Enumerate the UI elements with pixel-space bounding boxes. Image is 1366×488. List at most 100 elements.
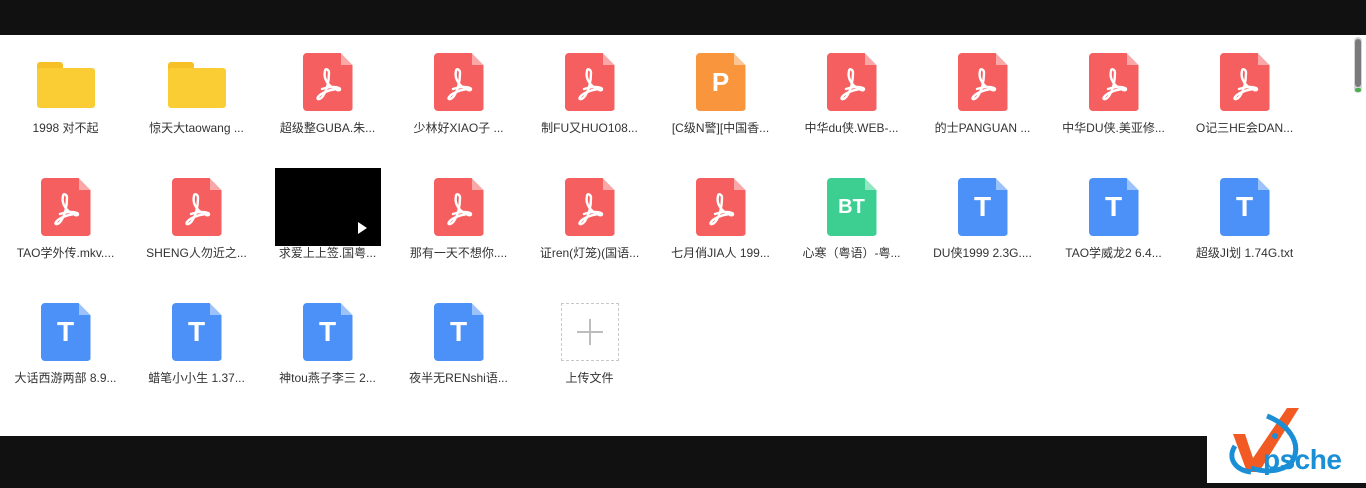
watermark-logo: psche (1207, 406, 1366, 483)
file-name: SHENG人勿近之... (146, 246, 247, 260)
txt-file-icon: T (930, 168, 1036, 246)
file-glyph: T (973, 191, 992, 222)
file-name: 蜡笔小小生 1.37... (148, 371, 245, 385)
txt-icon: T (302, 303, 353, 361)
file-item[interactable]: 1998 对不起 (0, 35, 131, 160)
pdf-icon (302, 53, 353, 111)
pdf-file-icon (144, 168, 250, 246)
folder-icon (144, 43, 250, 121)
file-glyph: T (56, 316, 75, 347)
file-grid: 1998 对不起 惊天大taowang ... 超级整GUBA.朱... 少林好XIA… (0, 35, 1310, 410)
watermark-text: psche (1263, 444, 1342, 475)
pdf-icon (564, 178, 615, 236)
file-glyph: T (449, 316, 468, 347)
file-glyph: T (187, 316, 206, 347)
upload-icon-box (537, 293, 643, 371)
file-name: 神tou燕子李三 2... (279, 371, 376, 385)
file-item[interactable]: P [C级N警][中国香... (655, 35, 786, 160)
file-item[interactable]: 超级整GUBA.朱... (262, 35, 393, 160)
file-name: 超级整GUBA.朱... (279, 121, 376, 135)
file-glyph: BT (838, 195, 865, 218)
file-item[interactable]: TAO学外传.mkv.... (0, 160, 131, 285)
pdf-icon (1088, 53, 1139, 111)
bt-icon: BT (826, 178, 877, 236)
pdf-file-icon (13, 168, 119, 246)
file-glyph: T (318, 316, 337, 347)
file-item[interactable]: 求爱上上签.国粤... (262, 160, 393, 285)
pdf-file-icon (930, 43, 1036, 121)
txt-icon: T (433, 303, 484, 361)
pdf-icon (433, 53, 484, 111)
file-item[interactable]: 证ren(灯笼)(国语... (524, 160, 655, 285)
file-name: 制FU又HUO108... (541, 121, 638, 135)
txt-icon: T (1219, 178, 1270, 236)
file-glyph: T (1104, 191, 1123, 222)
file-name: 七月俏JIA人 199... (671, 246, 770, 260)
txt-icon: T (171, 303, 222, 361)
pdf-icon (564, 53, 615, 111)
scrollbar-thumb[interactable] (1355, 39, 1361, 87)
txt-file-icon: T (1192, 168, 1298, 246)
file-item[interactable]: O记三HE会DAN... (1179, 35, 1310, 160)
folder-icon (13, 43, 119, 121)
file-item[interactable]: 中华du侠.WEB-... (786, 35, 917, 160)
txt-file-icon: T (406, 293, 512, 371)
pdf-icon (1219, 53, 1270, 111)
pdf-file-icon (799, 43, 905, 121)
pdf-icon (40, 178, 91, 236)
txt-file-icon: T (13, 293, 119, 371)
file-item[interactable]: T DU侠1999 2.3G.... (917, 160, 1048, 285)
file-item[interactable]: T 神tou燕子李三 2... (262, 285, 393, 410)
txt-file-icon: T (275, 293, 381, 371)
txt-file-icon: T (144, 293, 250, 371)
txt-icon: T (1088, 178, 1139, 236)
ppt-file-icon: P (668, 43, 774, 121)
file-item[interactable]: 那有一天不想你.... (393, 160, 524, 285)
file-item[interactable]: SHENG人勿近之... (131, 160, 262, 285)
pdf-file-icon (406, 43, 512, 121)
pdf-icon (695, 178, 746, 236)
upload-file-button[interactable]: 上传文件 (524, 285, 655, 410)
file-item[interactable]: 少林好XIAO子 ... (393, 35, 524, 160)
pdf-file-icon (1061, 43, 1167, 121)
file-name: TAO学威龙2 6.4... (1065, 246, 1162, 260)
file-item[interactable]: BT 心寒（粤语）-粤... (786, 160, 917, 285)
file-name: 那有一天不想你.... (409, 246, 508, 260)
file-item[interactable]: T TAO学威龙2 6.4... (1048, 160, 1179, 285)
file-item[interactable]: 制FU又HUO108... (524, 35, 655, 160)
bt-file-icon: BT (799, 168, 905, 246)
file-name: 心寒（粤语）-粤... (802, 246, 901, 260)
file-name: 求爱上上签.国粤... (278, 246, 377, 260)
file-item[interactable]: T 超级JI划 1.74G.txt (1179, 160, 1310, 285)
file-item[interactable]: 七月俏JIA人 199... (655, 160, 786, 285)
video-thumbnail (274, 168, 381, 246)
file-item[interactable]: T 夜半无RENshi语... (393, 285, 524, 410)
pdf-icon (171, 178, 222, 236)
file-item[interactable]: 惊天大taowang ... (131, 35, 262, 160)
file-item[interactable]: T 蜡笔小小生 1.37... (131, 285, 262, 410)
vertical-scrollbar[interactable] (1354, 37, 1362, 93)
file-name: 少林好XIAO子 ... (413, 121, 504, 135)
pdf-file-icon (668, 168, 774, 246)
file-name: 证ren(灯笼)(国语... (539, 246, 640, 260)
pdf-icon (433, 178, 484, 236)
file-glyph: P (711, 66, 730, 97)
file-item[interactable]: T 大话西游两部 8.9... (0, 285, 131, 410)
pdf-icon (826, 53, 877, 111)
file-name: 超级JI划 1.74G.txt (1195, 246, 1294, 260)
upload-label: 上传文件 (565, 371, 614, 385)
file-name: 中华du侠.WEB-... (804, 121, 899, 135)
file-name: 的士PANGUAN ... (934, 121, 1031, 135)
folder-shape (167, 62, 226, 108)
file-name: 惊天大taowang ... (149, 121, 244, 135)
file-name: 1998 对不起 (32, 121, 99, 135)
txt-file-icon: T (1061, 168, 1167, 246)
file-grid-panel: 1998 对不起 惊天大taowang ... 超级整GUBA.朱... 少林好XIA… (0, 35, 1366, 436)
file-name: [C级N警][中国香... (671, 121, 770, 135)
file-name: O记三HE会DAN... (1195, 121, 1294, 135)
ppt-icon: P (695, 53, 746, 111)
pdf-file-icon (537, 168, 643, 246)
pdf-file-icon (406, 168, 512, 246)
file-item[interactable]: 中华DU侠.美亚修... (1048, 35, 1179, 160)
file-item[interactable]: 的士PANGUAN ... (917, 35, 1048, 160)
